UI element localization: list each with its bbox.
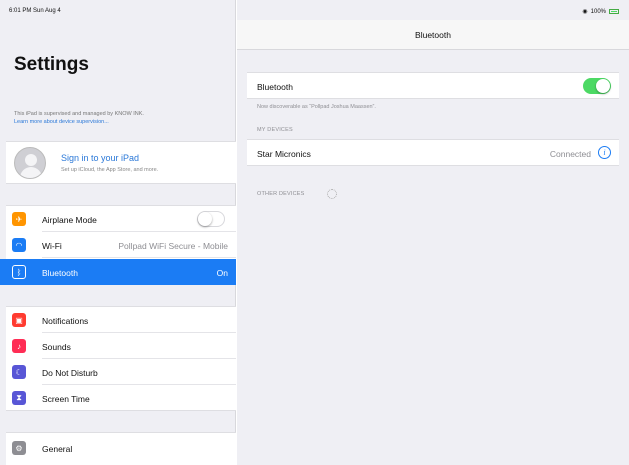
connectivity-group: ✈ Airplane Mode ◠ Wi-Fi Pollpad WiFi Sec… — [0, 205, 236, 285]
sidebar-item-notifications[interactable]: ▣ Notifications — [6, 307, 236, 333]
bluetooth-toggle-group: Bluetooth — [247, 72, 619, 99]
settings-sidebar: Settings This iPad is supervised and man… — [0, 0, 236, 465]
sign-in-title: Sign in to your iPad — [61, 153, 140, 163]
airplane-icon: ✈ — [12, 212, 26, 226]
wifi-icon: ◠ — [12, 238, 26, 252]
device-name: Star Micronics — [257, 149, 311, 159]
info-icon[interactable]: i — [598, 146, 611, 159]
gear-icon: ⚙ — [12, 441, 26, 455]
device-status: Connected — [549, 149, 591, 159]
status-time: 6:01 PM Sun Aug 4 — [9, 8, 61, 14]
hourglass-icon: ⧗ — [12, 391, 26, 405]
sidebar-item-bluetooth[interactable]: ᛒ Bluetooth On — [0, 259, 236, 285]
wifi-network-value: Pollpad WiFi Secure - Mobile — [118, 241, 228, 251]
bluetooth-toggle[interactable] — [583, 78, 611, 94]
bluetooth-row: Bluetooth — [247, 73, 619, 99]
bluetooth-icon: ᛒ — [12, 265, 26, 279]
notifications-icon: ▣ — [12, 313, 26, 327]
supervision-notice: This iPad is supervised and managed by K… — [14, 110, 229, 126]
status-wifi-icon: ◉ — [582, 9, 588, 15]
sidebar-item-label: General — [42, 444, 73, 454]
battery-icon — [609, 9, 619, 14]
sounds-icon: ♪ — [12, 339, 26, 353]
device-row[interactable]: Star Micronics Connected i — [247, 140, 619, 166]
battery-percent: 100% — [590, 8, 606, 15]
sidebar-item-airplane-mode[interactable]: ✈ Airplane Mode — [6, 206, 236, 232]
airplane-mode-toggle[interactable] — [197, 211, 225, 227]
sidebar-item-label: Notifications — [42, 316, 89, 326]
sidebar-item-label: Airplane Mode — [42, 215, 97, 225]
sidebar-item-label: Screen Time — [42, 394, 90, 404]
sidebar-title: Settings — [14, 54, 89, 75]
bluetooth-detail-pane: Bluetooth Bluetooth Now discoverable as … — [237, 0, 629, 465]
sidebar-item-do-not-disturb[interactable]: ☾ Do Not Disturb — [6, 359, 236, 385]
sidebar-item-label: Do Not Disturb — [42, 368, 98, 378]
sign-in-subtitle: Set up iCloud, the App Store, and more. — [61, 167, 159, 173]
other-devices-header: OTHER DEVICES — [257, 191, 305, 197]
sidebar-item-label: Sounds — [42, 342, 71, 352]
moon-icon: ☾ — [12, 365, 26, 379]
sidebar-item-wifi[interactable]: ◠ Wi-Fi Pollpad WiFi Secure - Mobile — [6, 232, 236, 258]
notifications-group: ▣ Notifications ♪ Sounds ☾ Do Not Distur… — [6, 306, 236, 411]
sidebar-item-label: Bluetooth — [42, 268, 78, 278]
status-bar: 6:01 PM Sun Aug 4 ◉ 100% — [0, 0, 629, 20]
loading-spinner-icon — [327, 189, 337, 199]
page-title: Bluetooth — [415, 30, 451, 40]
sidebar-item-sounds[interactable]: ♪ Sounds — [6, 333, 236, 359]
supervision-text: This iPad is supervised and managed by K… — [14, 111, 144, 117]
navigation-bar: Bluetooth — [237, 20, 629, 50]
bluetooth-status-value: On — [216, 268, 228, 278]
my-devices-list: Star Micronics Connected i — [247, 139, 619, 166]
general-group: ⚙ General — [6, 432, 236, 465]
sidebar-item-label: Wi-Fi — [42, 241, 62, 251]
account-sign-in[interactable]: Sign in to your iPad Set up iCloud, the … — [6, 141, 236, 184]
my-devices-header: MY DEVICES — [257, 127, 293, 133]
supervision-link[interactable]: Learn more about device supervision... — [14, 118, 229, 126]
avatar — [14, 147, 46, 179]
discoverable-note: Now discoverable as “Pollpad Joshua Maas… — [257, 104, 376, 110]
sidebar-item-screen-time[interactable]: ⧗ Screen Time — [6, 385, 236, 411]
sidebar-item-general[interactable]: ⚙ General — [6, 435, 236, 461]
bluetooth-label: Bluetooth — [257, 82, 293, 92]
